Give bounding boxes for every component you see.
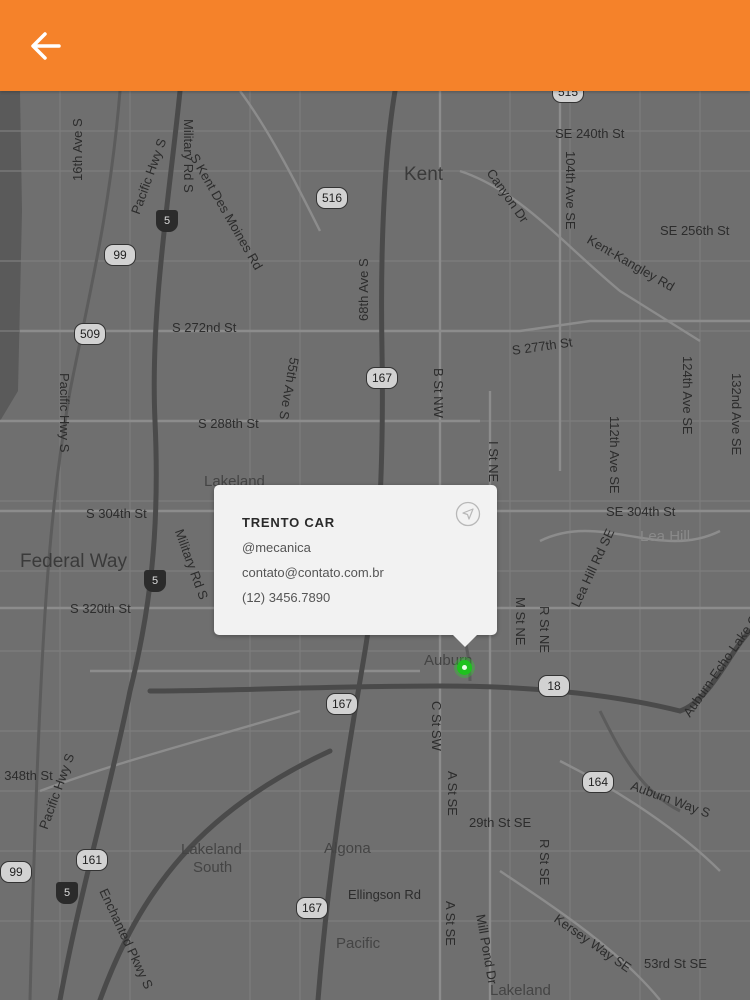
street-a-st-se-2: A St SE	[443, 901, 458, 946]
app-bar	[0, 0, 750, 91]
navigation-icon[interactable]	[455, 501, 481, 527]
street-r-st-ne: R St NE	[537, 606, 552, 653]
street-ellingson-rd: Ellingson Rd	[348, 887, 421, 902]
map-label-federal-way: Federal Way	[20, 551, 127, 572]
back-button[interactable]	[22, 24, 70, 68]
route-shield-515: 515	[552, 91, 584, 103]
street-a-st-se: A St SE	[445, 771, 460, 816]
route-shield-167-bottom: 167	[296, 897, 328, 919]
street-se-304th-st: SE 304th St	[606, 504, 676, 519]
interstate-shield-5-top: 5	[156, 210, 178, 232]
street-s-288th-st: S 288th St	[198, 416, 259, 431]
street-pacific-hwy-s-mid: Pacific Hwy S	[57, 373, 72, 453]
street-s-272nd-st: S 272nd St	[172, 320, 237, 335]
place-info-popup[interactable]: TRENTO CAR @mecanica contato@contato.com…	[214, 485, 497, 647]
street-104th-ave-se: 104th Ave SE	[563, 151, 578, 230]
place-handle: @mecanica	[242, 540, 311, 555]
street-s-320th-st: S 320th St	[70, 601, 131, 616]
map-label-lakeland-south-line1: Lakeland	[181, 841, 242, 858]
street-124th-ave-se: 124th Ave SE	[680, 356, 695, 435]
map-label-lakeland-south-line2: South	[193, 859, 233, 876]
route-shield-99-bottom: 99	[0, 861, 32, 883]
route-shield-167-top: 167	[366, 367, 398, 389]
arrow-left-icon	[31, 32, 61, 60]
street-68th-ave-s: 68th Ave S	[356, 258, 371, 321]
street-military-rd-s: Military Rd S	[181, 119, 196, 193]
interstate-shield-5-bottom: 5	[56, 882, 78, 904]
map-label-pacific: Pacific	[336, 935, 381, 952]
street-53rd-st-se: 53rd St SE	[644, 956, 707, 971]
place-email: contato@contato.com.br	[242, 565, 384, 580]
route-shield-167-mid: 167	[326, 693, 358, 715]
map-label-algona: Algona	[324, 840, 371, 857]
route-shield-161: 161	[76, 849, 108, 871]
route-shield-164: 164	[582, 771, 614, 793]
street-r-st-se: R St SE	[537, 839, 552, 886]
street-m-st-ne: M St NE	[513, 597, 528, 646]
street-se-240th-st: SE 240th St	[555, 126, 625, 141]
map-label-kent: Kent	[404, 164, 444, 185]
street-c-st-sw: C St SW	[429, 701, 444, 751]
street-s-304th-st: S 304th St	[86, 506, 147, 521]
street-112th-ave-se: 112th Ave SE	[607, 416, 622, 494]
place-name: TRENTO CAR	[242, 515, 335, 530]
interstate-shield-5-mid: 5	[144, 570, 166, 592]
street-132nd-ave-se: 132nd Ave SE	[729, 373, 744, 456]
street-16th-ave-s: 16th Ave S	[70, 118, 85, 181]
street-29th-st-se: 29th St SE	[469, 815, 532, 830]
place-phone: (12) 3456.7890	[242, 590, 331, 605]
map-label-lakeland-bottom: Lakeland	[490, 982, 551, 999]
street-s-348th-st: S 348th St	[0, 768, 53, 783]
street-b-st-nw: B St NW	[431, 368, 446, 418]
map-label-lea-hill: Lea Hill	[640, 528, 691, 545]
route-shield-509: 509	[74, 323, 106, 345]
route-shield-99-top: 99	[104, 244, 136, 266]
route-shield-516: 516	[316, 187, 348, 209]
location-marker[interactable]	[457, 660, 472, 675]
street-i-st-ne: I St NE	[486, 441, 501, 483]
route-shield-18: 18	[538, 675, 570, 697]
street-se-256th-st: SE 256th St	[660, 223, 730, 238]
